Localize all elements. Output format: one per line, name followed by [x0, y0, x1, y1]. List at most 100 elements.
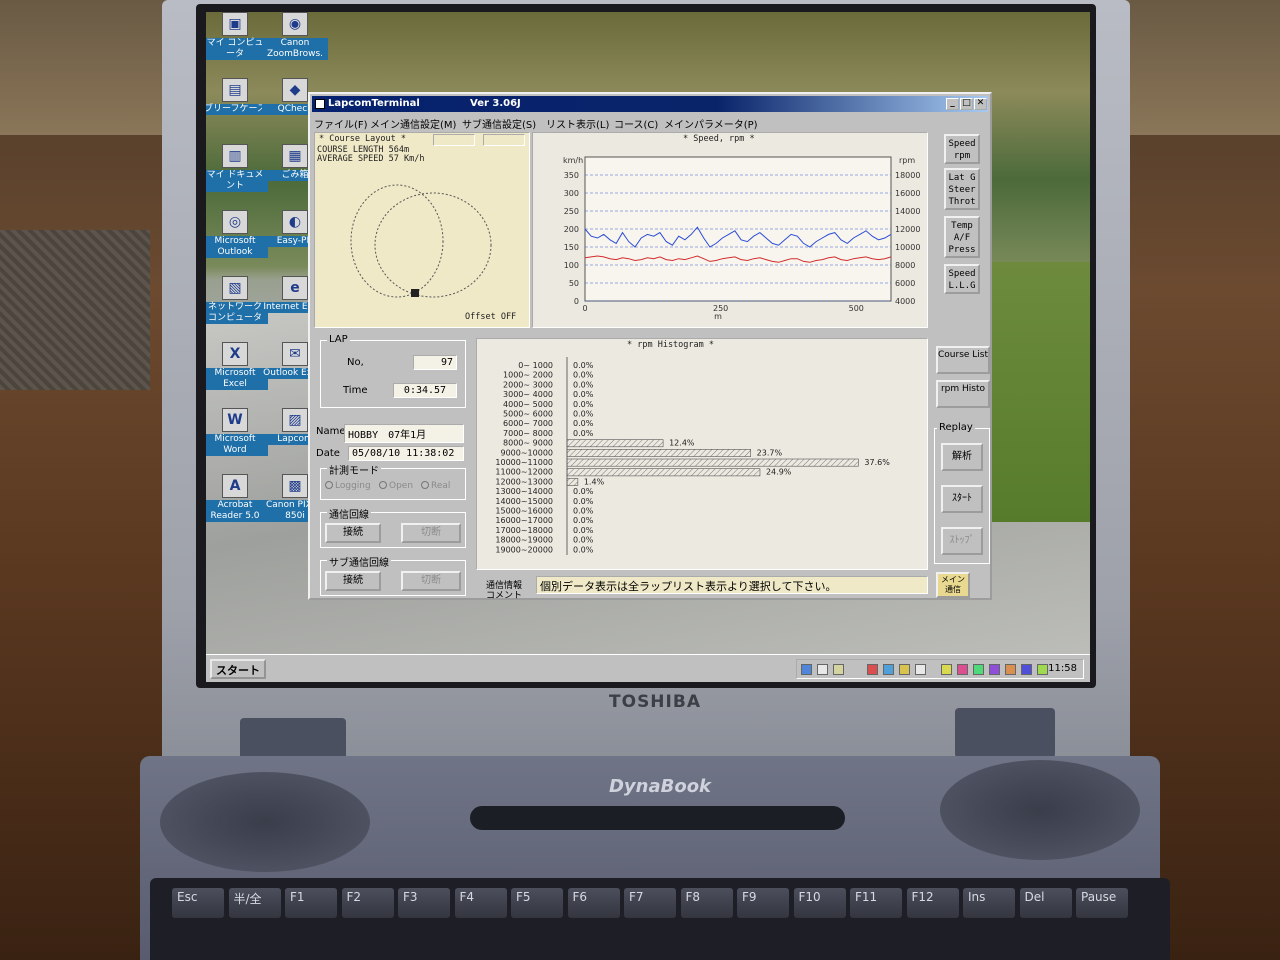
- minimize-icon[interactable]: _: [946, 98, 959, 110]
- desktop-icon[interactable]: A Acrobat Reader 5.0: [206, 474, 268, 522]
- keyboard-key[interactable]: F6: [567, 888, 620, 918]
- battery-tray-icon[interactable]: [973, 664, 984, 675]
- keyboard-key[interactable]: F11: [850, 888, 902, 918]
- speed-right-tick: 10000: [895, 243, 920, 252]
- menu-list[interactable]: リスト表示(L): [546, 116, 609, 131]
- laptop-brand: TOSHIBA: [609, 692, 701, 712]
- close-icon[interactable]: ✕: [974, 98, 987, 110]
- channel-tray-icon[interactable]: [833, 664, 844, 675]
- replay-stop-button[interactable]: ｽﾄｯﾌﾟ: [941, 527, 983, 555]
- replay-start-button[interactable]: ｽﾀｰﾄ: [941, 485, 983, 513]
- main-comm-button[interactable]: メイン 通信: [936, 572, 970, 598]
- security-tray-icon[interactable]: [957, 664, 968, 675]
- menu-main-params[interactable]: メインパラメータ(P): [664, 116, 758, 131]
- temp-af-press-button[interactable]: Temp A/F Press: [944, 216, 980, 258]
- main-connect-button[interactable]: 接続: [325, 523, 381, 543]
- histogram-category-label: 13000~14000: [495, 487, 553, 496]
- course-track-line-2: [374, 192, 492, 298]
- desktop-icon[interactable]: ▤ ブリーフケース: [206, 78, 268, 115]
- keyboard-key[interactable]: F5: [511, 888, 563, 918]
- histogram-category-label: 9000~10000: [500, 448, 553, 457]
- histogram-bar: [566, 449, 751, 457]
- measure-mode-group: 計測モード Logging Open Real: [320, 462, 466, 500]
- speed-rpm-button[interactable]: Speed rpm: [944, 134, 980, 164]
- name-value: HOBBY 07年1月: [344, 424, 464, 443]
- desktop-icon[interactable]: W Microsoft Word: [206, 408, 268, 456]
- start-label: スタート: [216, 664, 260, 677]
- ie-tray-icon[interactable]: [801, 664, 812, 675]
- desktop-icon-glyph: X: [222, 342, 248, 366]
- keyboard-key[interactable]: F4: [454, 888, 507, 918]
- rpm-histogram-panel: * rpm Histogram * 0~ 1000 0.0% 1000~ 2000 0…: [476, 338, 928, 570]
- desktop-icon[interactable]: ▥ マイ ドキュメント: [206, 144, 268, 192]
- mode-logging-radio[interactable]: Logging: [325, 481, 371, 491]
- histogram-category-label: 8000~ 9000: [503, 439, 553, 448]
- histogram-category-label: 11000~12000: [495, 468, 553, 477]
- histogram-value-label: 0.0%: [573, 545, 594, 554]
- modem-tray-icon[interactable]: [1021, 664, 1032, 675]
- card-tray-icon[interactable]: [1005, 664, 1016, 675]
- speed-left-tick: 0: [574, 297, 579, 306]
- desktop-icon[interactable]: X Microsoft Excel: [206, 342, 268, 390]
- mode-real-radio[interactable]: Real: [421, 481, 450, 491]
- system-tray: 11:58: [796, 659, 1084, 679]
- course-list-button[interactable]: Course List: [936, 346, 990, 374]
- keyboard-key[interactable]: 半/全: [228, 888, 281, 918]
- histogram-bar: [566, 478, 579, 486]
- histogram-value-label: 37.6%: [864, 458, 890, 467]
- speed-llg-button[interactable]: Speed L.L.G: [944, 264, 980, 294]
- display-tray-icon[interactable]: [1037, 664, 1048, 675]
- latg-steer-throt-button[interactable]: Lat G Steer Throt: [944, 168, 980, 210]
- start-button[interactable]: スタート: [210, 659, 266, 679]
- keyboard-key[interactable]: F9: [737, 888, 789, 918]
- histogram-value-label: 0.0%: [573, 400, 594, 409]
- desktop-icon-glyph: ▥: [222, 144, 248, 168]
- sub-disconnect-button[interactable]: 切断: [401, 571, 461, 591]
- soft-tray-icon[interactable]: [941, 664, 952, 675]
- histogram-category-label: 0~ 1000: [518, 361, 553, 370]
- keyboard-key[interactable]: F7: [624, 888, 676, 918]
- course-header: * Course Layout *: [319, 134, 406, 144]
- rpm-histo-button[interactable]: rpm Histo: [936, 380, 990, 408]
- speed-left-tick: 50: [569, 279, 579, 288]
- mode-logging-label: Logging: [335, 481, 371, 491]
- desktop-icon[interactable]: ▧ ネットワーク コンピュータ: [206, 276, 268, 324]
- menu-file[interactable]: ファイル(F): [314, 116, 368, 131]
- sub-connect-button[interactable]: 接続: [325, 571, 381, 591]
- start-flag-icon: [411, 289, 419, 297]
- network-tray-icon[interactable]: [867, 664, 878, 675]
- histogram-value-label: 23.7%: [757, 448, 783, 457]
- speaker-tray-icon[interactable]: [915, 664, 926, 675]
- desktop-icon[interactable]: ◎ Microsoft Outlook: [206, 210, 268, 258]
- title-bar[interactable]: LapcomTerminal Ver 3.06J _ □ ✕: [312, 96, 988, 112]
- desktop-icon[interactable]: ◉ Canon ZoomBrows.: [262, 12, 328, 60]
- keyboard-key[interactable]: Del: [1019, 888, 1072, 918]
- keyboard-key[interactable]: Esc: [172, 888, 224, 918]
- maximize-icon[interactable]: □: [960, 98, 973, 110]
- keyboard-key[interactable]: Ins: [963, 888, 1015, 918]
- histogram-category-label: 6000~ 7000: [503, 419, 553, 428]
- main-disconnect-button[interactable]: 切断: [401, 523, 461, 543]
- keyboard-key[interactable]: Pause: [1076, 888, 1128, 918]
- desktop-icon-glyph: ◐: [282, 210, 308, 234]
- desktop-icon[interactable]: ▣ マイ コンピュータ: [206, 12, 268, 60]
- keyboard-key[interactable]: F12: [906, 888, 959, 918]
- date-value: 05/08/10 11:38:02: [348, 446, 464, 461]
- sync-tray-icon[interactable]: [989, 664, 1000, 675]
- palette-tray-icon[interactable]: [899, 664, 910, 675]
- keyboard-key[interactable]: F8: [680, 888, 733, 918]
- desktop-icon-label: Microsoft Excel: [206, 368, 268, 390]
- menu-main-comm[interactable]: メイン通信設定(M): [370, 116, 456, 131]
- keyboard-key[interactable]: F2: [341, 888, 394, 918]
- analyze-button[interactable]: 解析: [941, 443, 983, 471]
- keyboard-key[interactable]: F10: [793, 888, 846, 918]
- desktop-tray-icon[interactable]: [817, 664, 828, 675]
- menu-course[interactable]: コース(C): [614, 116, 658, 131]
- menu-sub-comm[interactable]: サブ通信設定(S): [462, 116, 536, 131]
- keyboard-key[interactable]: F3: [398, 888, 450, 918]
- power-button-strip[interactable]: [470, 806, 845, 830]
- histogram-value-label: 0.0%: [573, 487, 594, 496]
- keyboard-key[interactable]: F1: [285, 888, 337, 918]
- pen-tray-icon[interactable]: [883, 664, 894, 675]
- mode-open-radio[interactable]: Open: [379, 481, 413, 491]
